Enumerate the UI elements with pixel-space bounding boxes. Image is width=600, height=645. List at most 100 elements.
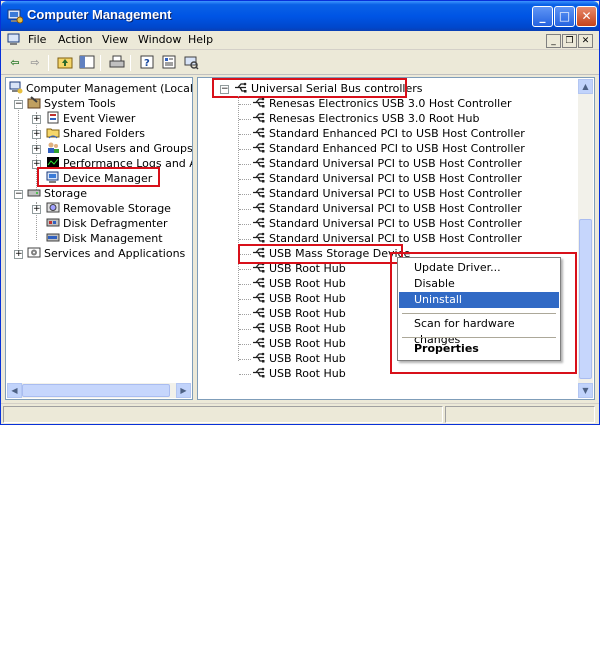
usb-device-item[interactable]: Standard Universal PCI to USB Host Contr… [252, 216, 522, 231]
collapse-icon[interactable]: − [14, 190, 23, 199]
usb-icon [252, 111, 266, 124]
usb-device-item[interactable]: USB Root Hub [252, 291, 346, 306]
hardware-scan-icon[interactable] [182, 54, 200, 72]
status-bar [1, 403, 599, 424]
menu-bar: File Action View Window Help _ ❐ ✕ [1, 31, 599, 50]
scroll-down-arrow[interactable]: ▼ [578, 383, 593, 398]
usb-device-item[interactable]: USB Root Hub [252, 276, 346, 291]
usb-icon [252, 351, 266, 364]
usb-device-item[interactable]: Standard Universal PCI to USB Host Contr… [252, 186, 522, 201]
event-viewer-icon [46, 111, 60, 124]
device-label: Standard Universal PCI to USB Host Contr… [269, 202, 522, 215]
usb-device-item[interactable]: USB Root Hub [252, 336, 346, 351]
usb-device-item[interactable]: Standard Universal PCI to USB Host Contr… [252, 201, 522, 216]
usb-icon [252, 291, 266, 304]
up-one-level-icon[interactable] [56, 54, 74, 72]
tree-label: Disk Defragmenter [63, 217, 168, 230]
scroll-up-arrow[interactable]: ▲ [578, 79, 593, 94]
title-bar[interactable]: Computer Management _ □ ✕ [1, 1, 599, 31]
mdi-close-button[interactable]: ✕ [578, 34, 593, 48]
usb-device-item[interactable]: Renesas Electronics USB 3.0 Root Hub [252, 111, 480, 126]
right-vertical-scrollbar[interactable]: ▲ ▼ [578, 79, 593, 398]
maximize-button[interactable]: □ [554, 6, 575, 27]
scroll-thumb[interactable] [579, 219, 592, 379]
help-icon[interactable]: ? [138, 54, 156, 72]
collapse-icon[interactable]: − [14, 100, 23, 109]
menu-view[interactable]: View [102, 33, 128, 46]
mdi-minimize-button[interactable]: _ [546, 34, 561, 48]
computer-management-icon [9, 81, 23, 94]
tree-label: Services and Applications [44, 247, 186, 260]
usb-device-item[interactable]: Standard Enhanced PCI to USB Host Contro… [252, 126, 525, 141]
usb-icon [252, 141, 266, 154]
device-label: Standard Universal PCI to USB Host Contr… [269, 172, 522, 185]
expand-icon[interactable]: + [32, 130, 41, 139]
tree-item-shared-folders[interactable]: Shared Folders [46, 126, 145, 141]
menu-window[interactable]: Window [138, 33, 181, 46]
tree-item-disk-management[interactable]: Disk Management [46, 231, 163, 246]
tree-item-disk-defragmenter[interactable]: Disk Defragmenter [46, 216, 168, 231]
tree-label: Disk Management [63, 232, 163, 245]
computer-management-icon [7, 9, 23, 24]
usb-icon [252, 231, 266, 244]
device-label: Standard Universal PCI to USB Host Contr… [269, 187, 522, 200]
toolbar: ⇦ ⇨ ? [1, 51, 599, 75]
close-button[interactable]: ✕ [576, 6, 597, 27]
usb-device-item[interactable]: Standard Universal PCI to USB Host Contr… [252, 171, 522, 186]
tree-item-local-users[interactable]: Local Users and Groups [46, 141, 193, 156]
print-icon[interactable] [108, 54, 126, 72]
tree-item-computer-management[interactable]: Computer Management (Local) [9, 81, 192, 96]
system-menu-icon[interactable] [7, 33, 21, 47]
device-label: Renesas Electronics USB 3.0 Host Control… [269, 97, 512, 110]
usb-device-item[interactable]: Standard Universal PCI to USB Host Contr… [252, 156, 522, 171]
usb-device-item[interactable]: USB Root Hub [252, 366, 346, 381]
forward-arrow-icon[interactable]: ⇨ [26, 54, 44, 72]
tree-label: Local Users and Groups [63, 142, 193, 155]
tree-item-storage[interactable]: Storage [27, 186, 87, 201]
back-arrow-icon[interactable]: ⇦ [6, 54, 24, 72]
left-horizontal-scrollbar[interactable]: ◀ ▶ [7, 383, 191, 398]
device-label: Standard Enhanced PCI to USB Host Contro… [269, 127, 525, 140]
tree-label: Storage [44, 187, 88, 200]
shared-folder-icon [46, 126, 60, 139]
device-label: USB Root Hub [269, 337, 346, 350]
expand-icon[interactable]: + [32, 205, 41, 214]
services-icon [27, 246, 41, 259]
usb-icon [252, 171, 266, 184]
tree-item-system-tools[interactable]: System Tools [27, 96, 116, 111]
usb-icon [252, 96, 266, 109]
usb-icon [252, 201, 266, 214]
scroll-thumb[interactable] [22, 384, 170, 397]
scroll-right-arrow[interactable]: ▶ [176, 383, 191, 398]
device-label: USB Root Hub [269, 292, 346, 305]
tree-item-removable-storage[interactable]: Removable Storage [46, 201, 171, 216]
usb-device-item[interactable]: USB Root Hub [252, 306, 346, 321]
usb-controllers-highlight [212, 78, 407, 98]
device-label: Renesas Electronics USB 3.0 Root Hub [269, 112, 480, 125]
console-tree-pane[interactable]: Computer Management (Local) − System Too… [5, 77, 193, 400]
tree-item-services-applications[interactable]: Services and Applications [27, 246, 185, 261]
tree-label: Shared Folders [63, 127, 145, 140]
expand-icon[interactable]: + [32, 145, 41, 154]
mdi-restore-button[interactable]: ❐ [562, 34, 577, 48]
minimize-button[interactable]: _ [532, 6, 553, 27]
menu-action[interactable]: Action [58, 33, 92, 46]
usb-device-item[interactable]: Standard Enhanced PCI to USB Host Contro… [252, 141, 525, 156]
usb-device-item[interactable]: USB Root Hub [252, 351, 346, 366]
expand-icon[interactable]: + [32, 115, 41, 124]
usb-icon [252, 306, 266, 319]
show-hide-tree-icon[interactable] [78, 54, 96, 72]
usb-device-item[interactable]: USB Root Hub [252, 321, 346, 336]
device-label: USB Root Hub [269, 352, 346, 365]
context-menu-highlight [390, 252, 577, 374]
properties-icon[interactable] [160, 54, 178, 72]
menu-help[interactable]: Help [188, 33, 213, 46]
users-icon [46, 141, 60, 154]
usb-device-item[interactable]: Renesas Electronics USB 3.0 Host Control… [252, 96, 512, 111]
menu-file[interactable]: File [28, 33, 46, 46]
expand-icon[interactable]: + [14, 250, 23, 259]
scroll-left-arrow[interactable]: ◀ [7, 383, 22, 398]
svg-text:?: ? [144, 58, 150, 69]
tree-item-event-viewer[interactable]: Event Viewer [46, 111, 135, 126]
storage-icon [27, 186, 41, 199]
